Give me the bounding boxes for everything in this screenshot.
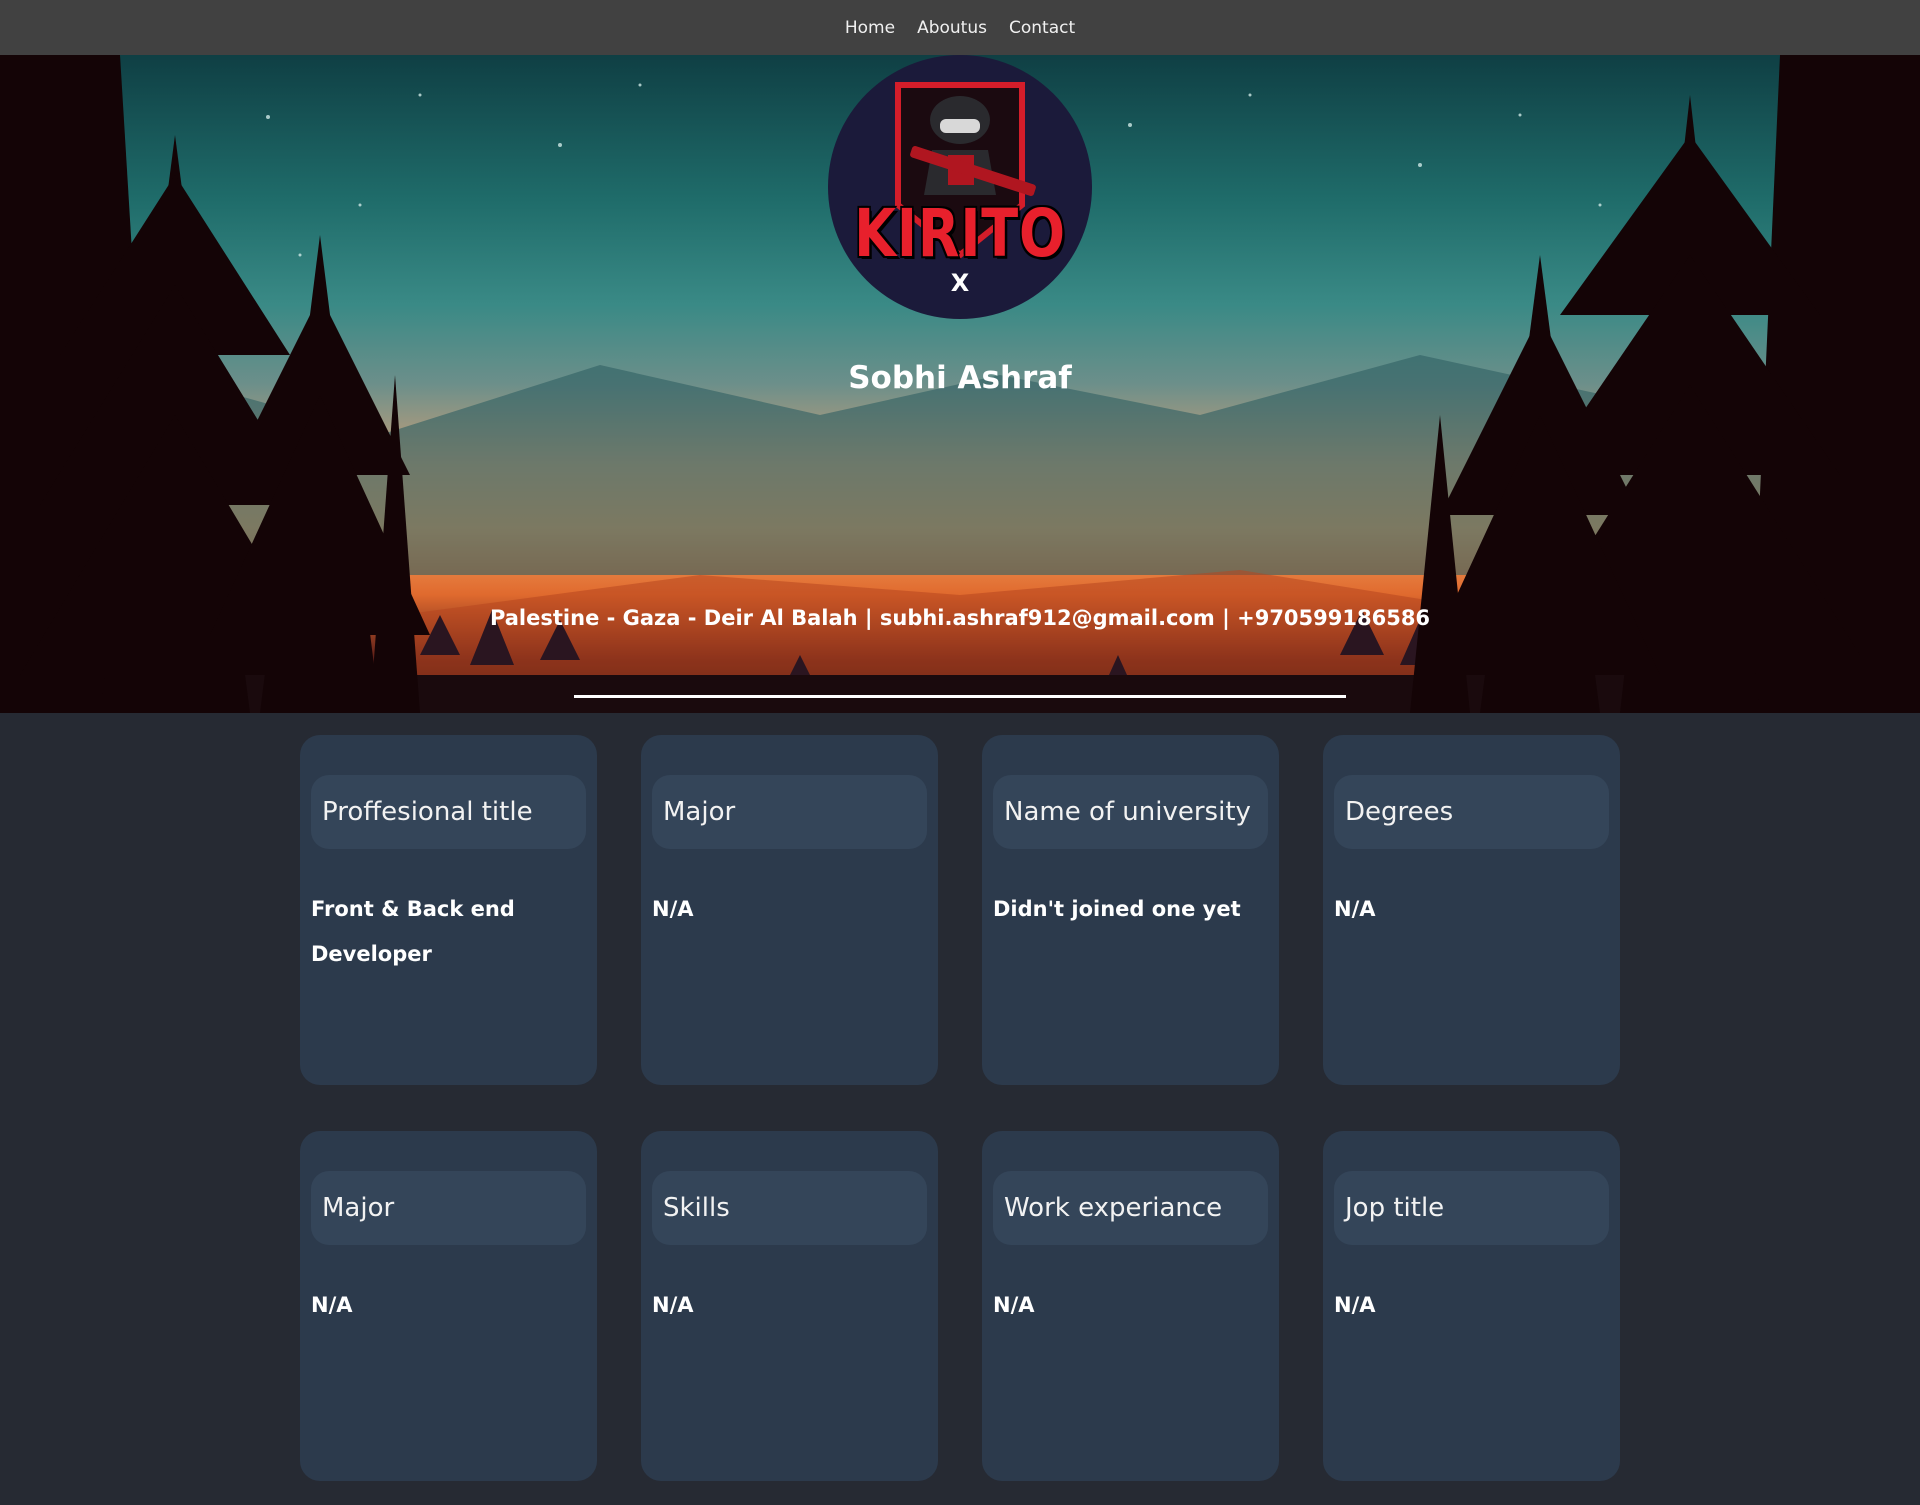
info-card-university: Name of university Didn't joined one yet	[982, 735, 1279, 1085]
card-label-box: Work experiance	[993, 1171, 1268, 1245]
info-card-professional-title: Proffesional title Front & Back end Deve…	[300, 735, 597, 1085]
card-label: Jop title	[1345, 1193, 1445, 1223]
profile-avatar-logo: KIRITO X	[828, 55, 1092, 319]
card-label: Work experiance	[1004, 1193, 1223, 1223]
card-label: Skills	[663, 1193, 730, 1223]
card-value: N/A	[652, 1293, 694, 1317]
card-value: N/A	[311, 1293, 353, 1317]
card-label-box: Major	[652, 775, 927, 849]
info-card-skills: Skills N/A	[641, 1131, 938, 1481]
card-value: N/A	[1334, 897, 1376, 921]
card-label-box: Proffesional title	[311, 775, 586, 849]
card-value: N/A	[1334, 1293, 1376, 1317]
card-value: N/A	[652, 897, 694, 921]
info-card-major-2: Major N/A	[300, 1131, 597, 1481]
card-label-box: Name of university	[993, 775, 1268, 849]
info-card-major: Major N/A	[641, 735, 938, 1085]
nav-link-contact[interactable]: Contact	[1009, 18, 1075, 38]
logo-wordmark: KIRITO	[854, 195, 1066, 272]
card-label-box: Skills	[652, 1171, 927, 1245]
card-label: Degrees	[1345, 797, 1454, 827]
nav-link-home[interactable]: Home	[845, 18, 895, 38]
card-label: Proffesional title	[322, 797, 533, 827]
card-label: Major	[322, 1193, 395, 1223]
card-value: Front & Back end Developer	[311, 897, 515, 966]
card-value: N/A	[993, 1293, 1035, 1317]
info-card-degrees: Degrees N/A	[1323, 735, 1620, 1085]
card-label-box: Major	[311, 1171, 586, 1245]
card-label: Name of university	[1004, 797, 1251, 827]
contact-line: Palestine - Gaza - Deir Al Balah | subhi…	[489, 606, 1431, 630]
logo-mark: X	[950, 269, 970, 297]
top-navigation: Home Aboutus Contact	[0, 0, 1920, 55]
card-value: Didn't joined one yet	[993, 897, 1241, 921]
profile-name: Sobhi Ashraf	[848, 360, 1072, 396]
info-card-job-title: Jop title N/A	[1323, 1131, 1620, 1481]
info-card-work-experience: Work experiance N/A	[982, 1131, 1279, 1481]
card-label: Major	[663, 797, 736, 827]
nav-link-aboutus[interactable]: Aboutus	[917, 18, 987, 38]
hero-banner: KIRITO X Sobhi Ashraf Palestine - Gaza -…	[0, 55, 1920, 713]
card-label-box: Degrees	[1334, 775, 1609, 849]
hero-divider	[574, 695, 1346, 698]
card-label-box: Jop title	[1334, 1171, 1609, 1245]
